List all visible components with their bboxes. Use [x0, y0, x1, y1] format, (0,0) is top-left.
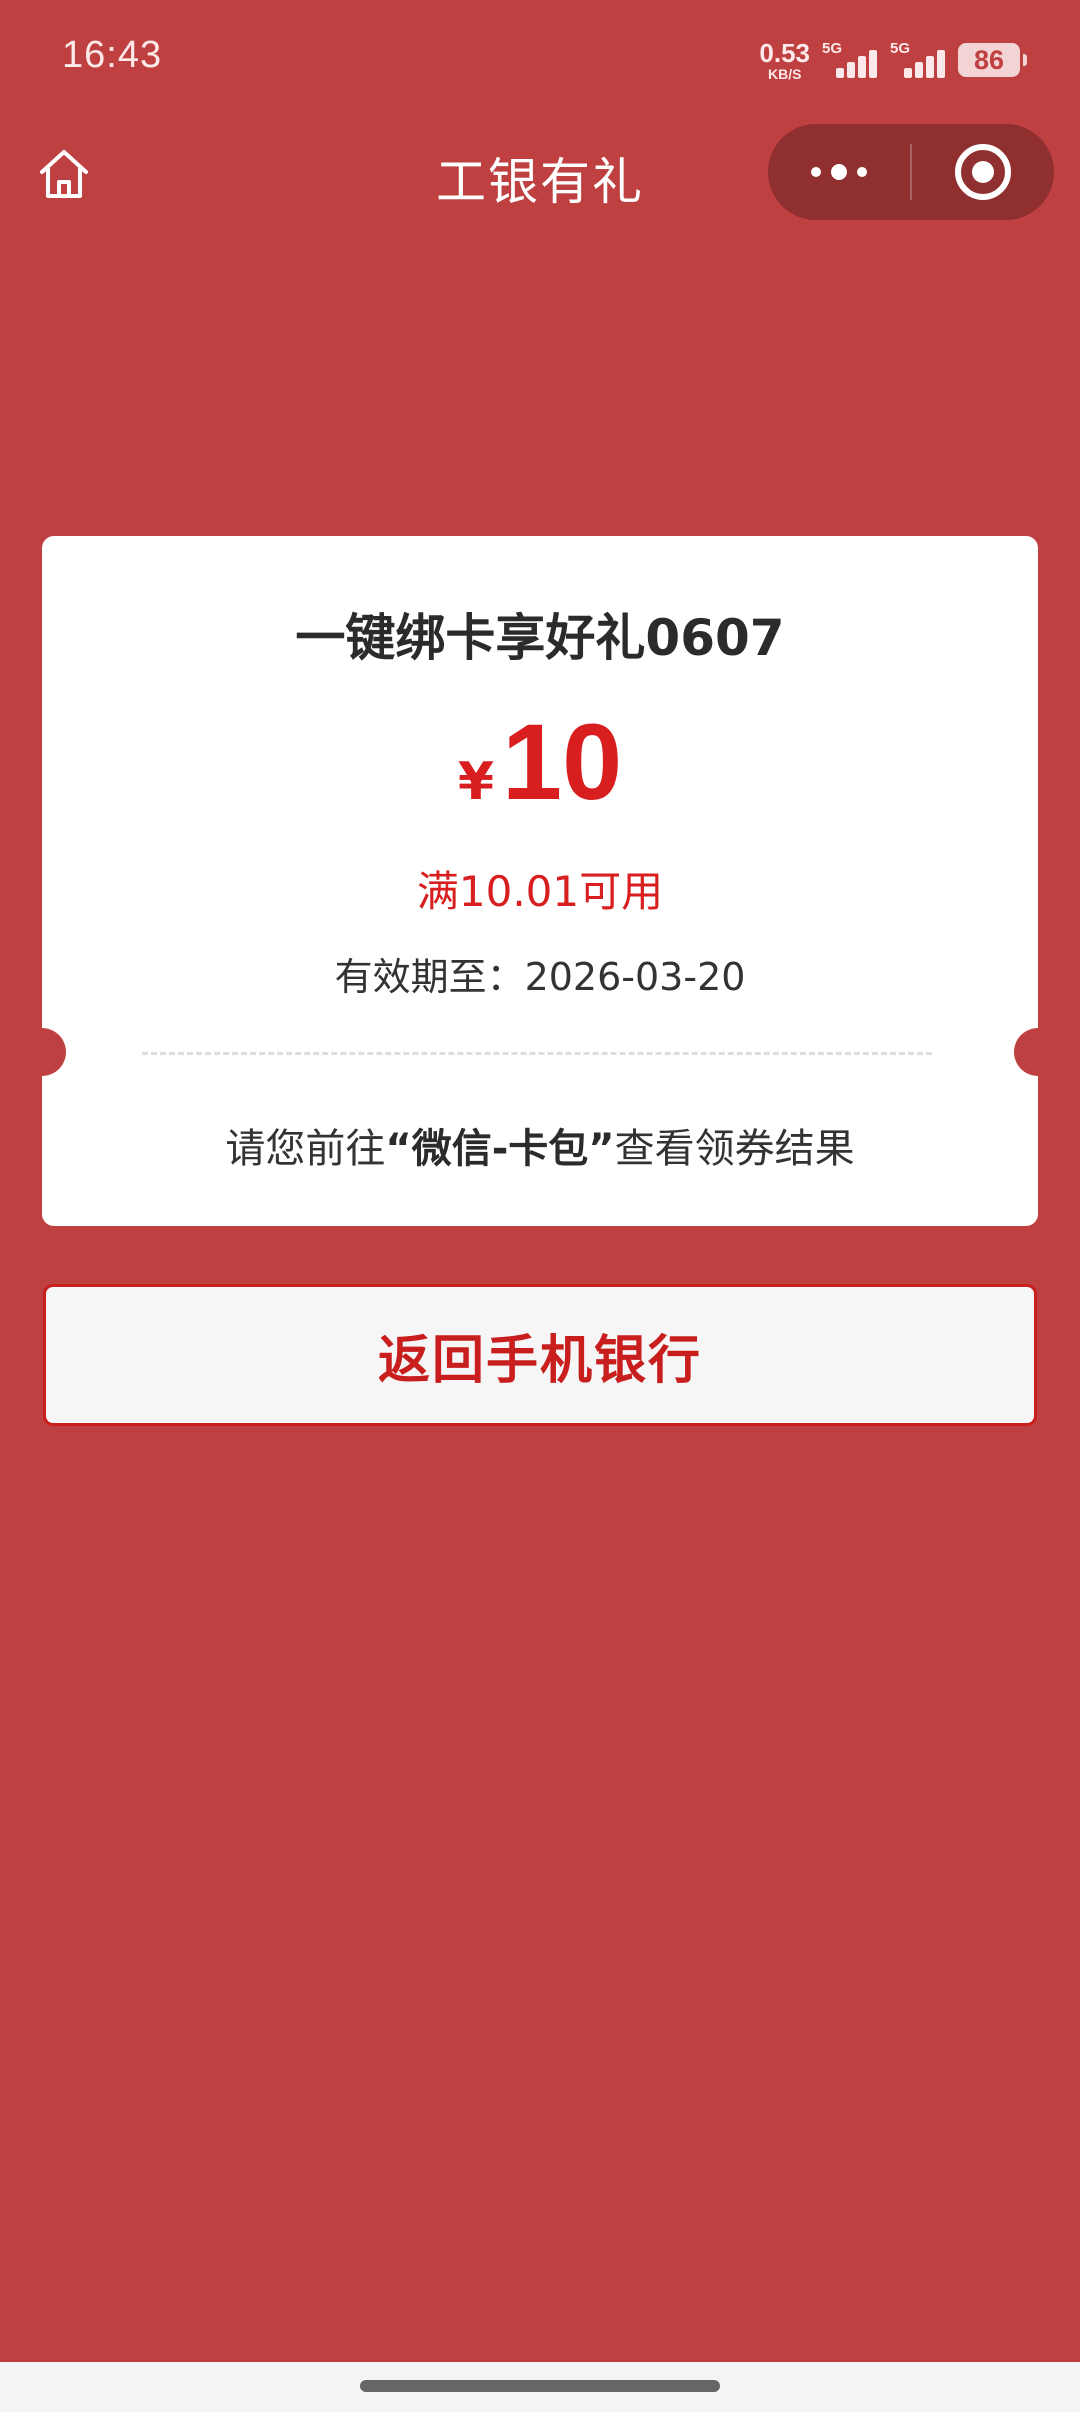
signal-icon: 5G	[822, 40, 878, 80]
return-to-mobile-bank-button[interactable]: 返回手机银行	[43, 1284, 1037, 1426]
network-speed-unit: KB/S	[767, 65, 802, 82]
nav-bar: 工银有礼	[0, 122, 1080, 222]
coupon-condition: 满10.01可用	[416, 867, 664, 916]
coupon-card: 一键绑卡享好礼0607 ¥10 满10.01可用 有效期至：2026-03-20…	[18, 536, 1062, 1226]
coupon-hint: 请您前往“微信-卡包”查看领券结果	[42, 1116, 1038, 1174]
status-indicators: 0.53 KB/S 5G 5G 86	[759, 38, 1027, 82]
coupon-value: 10	[502, 701, 623, 822]
close-target-icon	[955, 144, 1011, 200]
close-button[interactable]	[912, 124, 1054, 220]
battery-level: 86	[973, 44, 1005, 75]
network-speed-value: 0.53	[759, 37, 810, 68]
hint-prefix: 请您前往	[225, 1126, 386, 1172]
hint-wechat-cardpack: “微信-卡包”	[385, 1126, 615, 1172]
status-bar: 16:43 0.53 KB/S 5G 5G 86	[0, 0, 1080, 120]
battery-icon: 86	[958, 43, 1027, 77]
signal-icon: 5G	[890, 40, 946, 80]
bottom-system-bar	[0, 2362, 1080, 2412]
gesture-handle[interactable]	[360, 2380, 720, 2392]
coupon-notch-left	[18, 1028, 66, 1076]
signal-type-label: 5G	[890, 40, 911, 57]
close-target-icon-center	[972, 161, 994, 183]
miniprogram-capsule	[768, 124, 1054, 220]
dashed-divider	[142, 1052, 932, 1055]
status-time: 16:43	[62, 34, 163, 76]
more-dots-icon-right	[857, 167, 867, 177]
coupon-notch-right	[1014, 1028, 1062, 1076]
coupon-amount: ¥10	[42, 708, 1038, 816]
coupon-title: 一键绑卡享好礼0607	[295, 609, 785, 667]
more-button[interactable]	[768, 124, 910, 220]
signal-type-label: 5G	[822, 40, 843, 57]
coupon-validity: 有效期至：2026-03-20	[334, 955, 746, 999]
network-speed: 0.53 KB/S	[759, 40, 810, 81]
more-dots-icon	[811, 167, 821, 177]
currency-symbol: ¥	[457, 752, 495, 812]
more-dots-icon-center	[831, 164, 847, 180]
hint-suffix: 查看领券结果	[614, 1126, 855, 1172]
